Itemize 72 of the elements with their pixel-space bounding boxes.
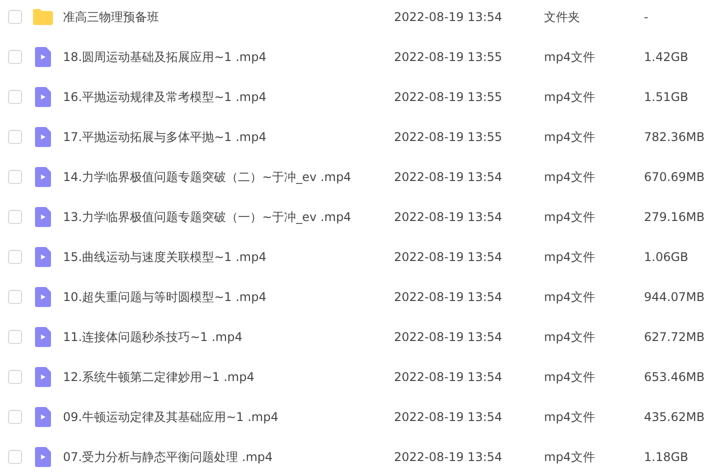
video-file-icon (35, 127, 51, 147)
file-type: mp4文件 (544, 248, 596, 266)
file-type: mp4文件 (544, 288, 596, 306)
video-file-icon (35, 47, 51, 67)
checkbox[interactable] (8, 210, 22, 224)
file-name[interactable]: 准高三物理预备班 (63, 8, 394, 26)
file-size: 1.42GB (644, 50, 688, 64)
file-type: mp4文件 (544, 88, 596, 106)
checkbox[interactable] (8, 10, 22, 24)
file-size: 670.69MB (644, 170, 705, 184)
video-file-icon (35, 327, 51, 347)
file-type: mp4文件 (544, 368, 596, 386)
checkbox[interactable] (8, 50, 22, 64)
file-type: mp4文件 (544, 48, 596, 66)
file-name[interactable]: 15.曲线运动与速度关联模型~1 .mp4 (63, 248, 394, 266)
file-size: 1.51GB (644, 90, 688, 104)
file-name[interactable]: 13.力学临界极值问题专题突破（一）~于冲_ev .mp4 (63, 208, 394, 226)
file-type: mp4文件 (544, 448, 596, 466)
file-type: mp4文件 (544, 408, 596, 426)
checkbox[interactable] (8, 130, 22, 144)
modified-date: 2022-08-19 13:54 (394, 290, 504, 304)
checkbox[interactable] (8, 330, 22, 344)
file-name[interactable]: 18.圆周运动基础及拓展应用~1 .mp4 (63, 48, 394, 66)
checkbox[interactable] (8, 170, 22, 184)
modified-date: 2022-08-19 13:54 (394, 250, 504, 264)
video-file-icon (35, 447, 51, 467)
modified-date: 2022-08-19 13:54 (394, 10, 504, 24)
file-name[interactable]: 11.连接体问题秒杀技巧~1 .mp4 (63, 328, 394, 346)
file-name[interactable]: 16.平抛运动规律及常考模型~1 .mp4 (63, 88, 394, 106)
file-name[interactable]: 14.力学临界极值问题专题突破（二）~于冲_ev .mp4 (63, 168, 394, 186)
video-file-icon (35, 247, 51, 267)
file-size: 1.18GB (644, 450, 688, 464)
checkbox[interactable] (8, 370, 22, 384)
modified-date: 2022-08-19 13:54 (394, 450, 504, 464)
modified-date: 2022-08-19 13:54 (394, 170, 504, 184)
file-type: mp4文件 (544, 328, 596, 346)
file-size: 944.07MB (644, 290, 705, 304)
video-file-icon (35, 167, 51, 187)
file-size: 1.06GB (644, 250, 688, 264)
modified-date: 2022-08-19 13:54 (394, 410, 504, 424)
video-file-icon (35, 207, 51, 227)
file-name[interactable]: 12.系统牛顿第二定律妙用~1 .mp4 (63, 368, 394, 386)
modified-date: 2022-08-19 13:54 (394, 210, 504, 224)
modified-date: 2022-08-19 13:55 (394, 90, 504, 104)
modified-date: 2022-08-19 13:55 (394, 50, 504, 64)
modified-date: 2022-08-19 13:54 (394, 370, 504, 384)
modified-date: 2022-08-19 13:55 (394, 130, 504, 144)
file-size: 627.72MB (644, 330, 705, 344)
folder-icon (33, 9, 53, 25)
checkbox[interactable] (8, 450, 22, 464)
file-type: mp4文件 (544, 128, 596, 146)
file-name[interactable]: 07.受力分析与静态平衡问题处理 .mp4 (63, 448, 394, 466)
video-file-icon (35, 287, 51, 307)
video-file-icon (35, 367, 51, 387)
checkbox[interactable] (8, 250, 22, 264)
file-size: - (644, 10, 648, 24)
file-name[interactable]: 17.平抛运动拓展与多体平抛~1 .mp4 (63, 128, 394, 146)
video-file-icon (35, 407, 51, 427)
video-file-icon (35, 87, 51, 107)
file-name[interactable]: 09.牛顿运动定律及其基础应用~1 .mp4 (63, 408, 394, 426)
file-size: 435.62MB (644, 410, 705, 424)
file-size: 279.16MB (644, 210, 705, 224)
file-name[interactable]: 10.超失重问题与等时圆模型~1 .mp4 (63, 288, 394, 306)
checkbox[interactable] (8, 290, 22, 304)
checkbox[interactable] (8, 410, 22, 424)
file-size: 782.36MB (644, 130, 705, 144)
file-type: mp4文件 (544, 168, 596, 186)
file-type: 文件夹 (544, 8, 581, 26)
checkbox[interactable] (8, 90, 22, 104)
modified-date: 2022-08-19 13:54 (394, 330, 504, 344)
file-size: 653.46MB (644, 370, 705, 384)
file-type: mp4文件 (544, 208, 596, 226)
